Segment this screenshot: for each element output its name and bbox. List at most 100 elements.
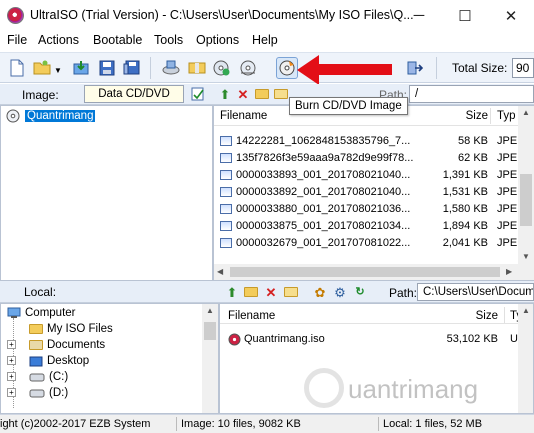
red-arrow-head	[297, 55, 319, 85]
total-size-field: 90	[512, 58, 534, 78]
menu-actions[interactable]: Actions	[38, 33, 79, 47]
make-cd-image-icon[interactable]	[160, 57, 182, 79]
tree-item-my-iso-files[interactable]: My ISO Files	[29, 323, 113, 335]
image-type-field[interactable]: Data CD/DVD	[84, 85, 184, 103]
col-filename[interactable]: Filename	[228, 310, 275, 322]
file-name: 135f7826f3e59aaa9a782d9e99f78...	[236, 152, 414, 164]
local-label: Local:	[24, 285, 57, 299]
sync-icon[interactable]: ↻	[352, 284, 368, 300]
col-type[interactable]: Typ	[497, 110, 516, 122]
local-up-icon[interactable]: ⬆	[224, 284, 240, 300]
local-label-bar: Local:	[0, 281, 219, 303]
image-list-hscroll[interactable]: ◀ ▶	[214, 264, 534, 280]
save-icon[interactable]	[96, 57, 118, 79]
local-file-row[interactable]: Quantrimang.iso 53,102 KB Ultra	[220, 331, 533, 348]
column-divider	[490, 108, 491, 124]
image-file-row[interactable]: 0000033892_001_201708021040... 1,531 KB JP…	[214, 184, 518, 201]
computer-icon	[7, 307, 21, 318]
maximize-button[interactable]: ☐	[442, 0, 488, 31]
image-file-row[interactable]: 0000033875_001_201708021034... 1,894 KB JP…	[214, 218, 518, 235]
toolbar-separator	[150, 57, 151, 79]
minimize-button[interactable]: ─	[396, 0, 442, 31]
scroll-thumb[interactable]	[520, 174, 532, 226]
tree-item-drive-d[interactable]: (D:)	[29, 387, 68, 399]
virtual-drive-icon[interactable]	[237, 57, 259, 79]
burn-cd-dvd-icon[interactable]	[276, 57, 298, 79]
tree-item-documents[interactable]: Documents	[29, 339, 105, 351]
scroll-up-icon[interactable]: ▲	[206, 306, 214, 315]
ultraiso-app-icon[interactable]	[7, 7, 24, 24]
image-list-vscroll[interactable]: ▲ ▼	[518, 106, 534, 264]
menu-options[interactable]: Options	[196, 33, 239, 47]
local-folder-icon[interactable]	[283, 284, 299, 300]
scroll-up-icon[interactable]: ▲	[522, 108, 530, 117]
scroll-up-icon[interactable]: ▲	[522, 306, 530, 315]
expand-icon[interactable]: +	[7, 340, 16, 349]
save-as-icon[interactable]	[121, 57, 143, 79]
tree-item-computer[interactable]: Computer	[7, 307, 76, 319]
tree-label-computer: Computer	[25, 307, 76, 319]
col-filename[interactable]: Filename	[220, 110, 267, 122]
mount-icon[interactable]	[211, 57, 233, 79]
properties-icon[interactable]	[190, 86, 206, 102]
menu-bootable[interactable]: Bootable	[93, 33, 142, 47]
file-size: 1,580 KB	[442, 203, 488, 215]
local-tree-vscroll[interactable]: ▲	[202, 304, 218, 413]
refresh-icon[interactable]: ✿	[312, 284, 328, 300]
col-size[interactable]: Size	[460, 310, 498, 322]
menu-tools[interactable]: Tools	[154, 33, 183, 47]
rename-icon[interactable]	[273, 86, 289, 102]
new-icon[interactable]	[6, 57, 28, 79]
expand-icon[interactable]: +	[7, 356, 16, 365]
scroll-down-icon[interactable]: ▼	[522, 252, 530, 261]
local-path-bar: ⬆ ✕ ✿ ⚙ ↻ Path: C:\Users\User\Docume	[219, 281, 534, 303]
tree-item-drive-c[interactable]: (C:)	[29, 371, 68, 383]
local-new-folder-icon[interactable]	[243, 284, 259, 300]
tree-label-my-iso-files: My ISO Files	[47, 323, 113, 335]
delete-icon[interactable]: ✕	[235, 86, 251, 102]
extract-icon[interactable]	[70, 57, 92, 79]
open-folder-icon[interactable]	[31, 57, 53, 79]
file-type: JPE	[497, 237, 518, 249]
compress-icon[interactable]	[186, 57, 208, 79]
up-level-icon[interactable]: ⬆	[217, 86, 233, 102]
scroll-thumb[interactable]	[204, 322, 216, 340]
menu-help[interactable]: Help	[252, 33, 278, 47]
col-size[interactable]: Size	[452, 110, 488, 122]
exit-icon[interactable]	[404, 57, 426, 79]
settings-gear-icon[interactable]: ⚙	[332, 284, 348, 300]
image-file-icon	[220, 136, 232, 146]
hscroll-thumb[interactable]	[230, 267, 500, 277]
open-dropdown-icon[interactable]: ▼	[54, 66, 62, 75]
local-delete-icon[interactable]: ✕	[263, 284, 279, 300]
file-type: JPE	[497, 135, 518, 147]
image-file-row[interactable]: 0000033893_001_201708021040... 1,391 KB JP…	[214, 167, 518, 184]
desktop-icon	[29, 356, 43, 366]
image-file-row[interactable]: 0000032679_001_201707081022... 2,041 KB JP…	[214, 235, 518, 252]
image-file-row[interactable]: 0000033880_001_201708021036... 1,580 KB JP…	[214, 201, 518, 218]
image-label: Image:	[22, 88, 59, 102]
image-path-field[interactable]: /	[409, 85, 534, 103]
tree-item-root[interactable]: Quantrimang	[6, 109, 96, 123]
expand-icon[interactable]: +	[7, 372, 16, 381]
local-path-field[interactable]: C:\Users\User\Docume	[417, 283, 534, 301]
local-list-vscroll[interactable]: ▲	[518, 304, 533, 413]
file-name: 0000033892_001_201708021040...	[236, 186, 411, 198]
watermark-text: uantrimang	[348, 374, 479, 404]
expand-icon[interactable]: +	[7, 388, 16, 397]
close-button[interactable]: ✕	[488, 0, 534, 31]
tree-item-desktop[interactable]: Desktop	[29, 355, 89, 367]
menu-file[interactable]: File	[7, 33, 27, 47]
iso-file-icon	[228, 333, 241, 346]
image-file-row[interactable]: 14222281_1062848153835796_7... 58 KB JPE	[214, 133, 518, 150]
file-type: JPE	[497, 186, 518, 198]
image-file-row[interactable]: 135f7826f3e59aaa9a782d9e99f78... 62 KB JPE	[214, 150, 518, 167]
scroll-left-icon[interactable]: ◀	[217, 267, 223, 276]
file-name: 0000032679_001_201707081022...	[236, 237, 411, 249]
menu-bar: File Actions Bootable Tools Options Help	[0, 31, 534, 51]
status-image-info: Image: 10 files, 9082 KB	[181, 418, 301, 430]
tree-label-drive-c: (C:)	[49, 371, 69, 383]
file-size: 1,391 KB	[442, 169, 488, 181]
scroll-right-icon[interactable]: ▶	[506, 267, 512, 276]
new-folder-icon[interactable]	[254, 86, 270, 102]
